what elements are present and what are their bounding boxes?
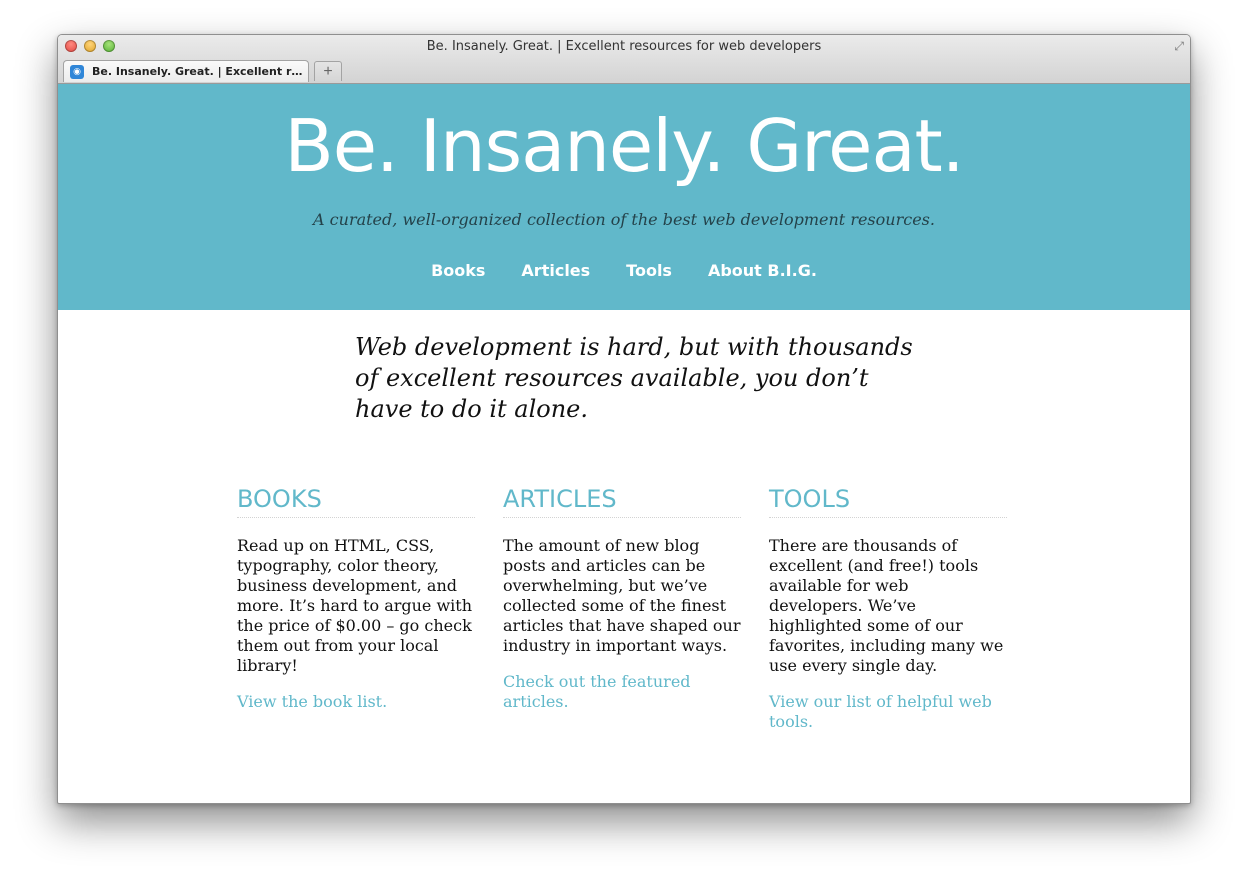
- articles-link[interactable]: Check out the featured articles.: [503, 672, 741, 712]
- site-header: Be. Insanely. Great. A curated, well-org…: [58, 84, 1190, 310]
- intro-text: Web development is hard, but with thousa…: [355, 333, 913, 423]
- books-section: BOOKS Read up on HTML, CSS, typography, …: [237, 485, 475, 732]
- section-heading: ARTICLES: [503, 485, 741, 518]
- fullscreen-icon[interactable]: ⤢: [1174, 39, 1184, 54]
- tools-section: TOOLS There are thousands of excellent (…: [769, 485, 1007, 732]
- nav-item-articles[interactable]: Articles: [521, 261, 590, 280]
- favicon-icon: ◉: [70, 64, 84, 79]
- tools-link[interactable]: View our list of helpful web tools.: [769, 692, 1007, 732]
- tab-active[interactable]: ◉ Be. Insanely. Great. | Excellent r…: [63, 60, 309, 82]
- section-heading: BOOKS: [237, 485, 475, 518]
- nav-item-books[interactable]: Books: [431, 261, 485, 280]
- section-body: The amount of new blog posts and article…: [503, 536, 741, 655]
- tab-label: Be. Insanely. Great. | Excellent r…: [92, 65, 303, 78]
- nav-item-tools[interactable]: Tools: [626, 261, 672, 280]
- section-body: There are thousands of excellent (and fr…: [769, 536, 1004, 675]
- books-link[interactable]: View the book list.: [237, 692, 475, 712]
- window-title: Be. Insanely. Great. | Excellent resourc…: [426, 39, 822, 54]
- nav-item-about[interactable]: About B.I.G.: [708, 261, 817, 280]
- browser-window: Be. Insanely. Great. | Excellent resourc…: [57, 34, 1191, 804]
- resource-columns: BOOKS Read up on HTML, CSS, typography, …: [237, 485, 1007, 732]
- site-tagline: A curated, well-organized collection of …: [313, 210, 935, 229]
- section-body: Read up on HTML, CSS, typography, color …: [237, 536, 473, 675]
- main-nav: Books Articles Tools About B.I.G.: [58, 261, 1190, 280]
- section-heading: TOOLS: [769, 485, 1007, 518]
- title-bar: Be. Insanely. Great. | Excellent resourc…: [58, 35, 1190, 84]
- articles-section: ARTICLES The amount of new blog posts an…: [503, 485, 741, 732]
- site-title: Be. Insanely. Great.: [284, 104, 964, 188]
- new-tab-button[interactable]: +: [314, 61, 342, 81]
